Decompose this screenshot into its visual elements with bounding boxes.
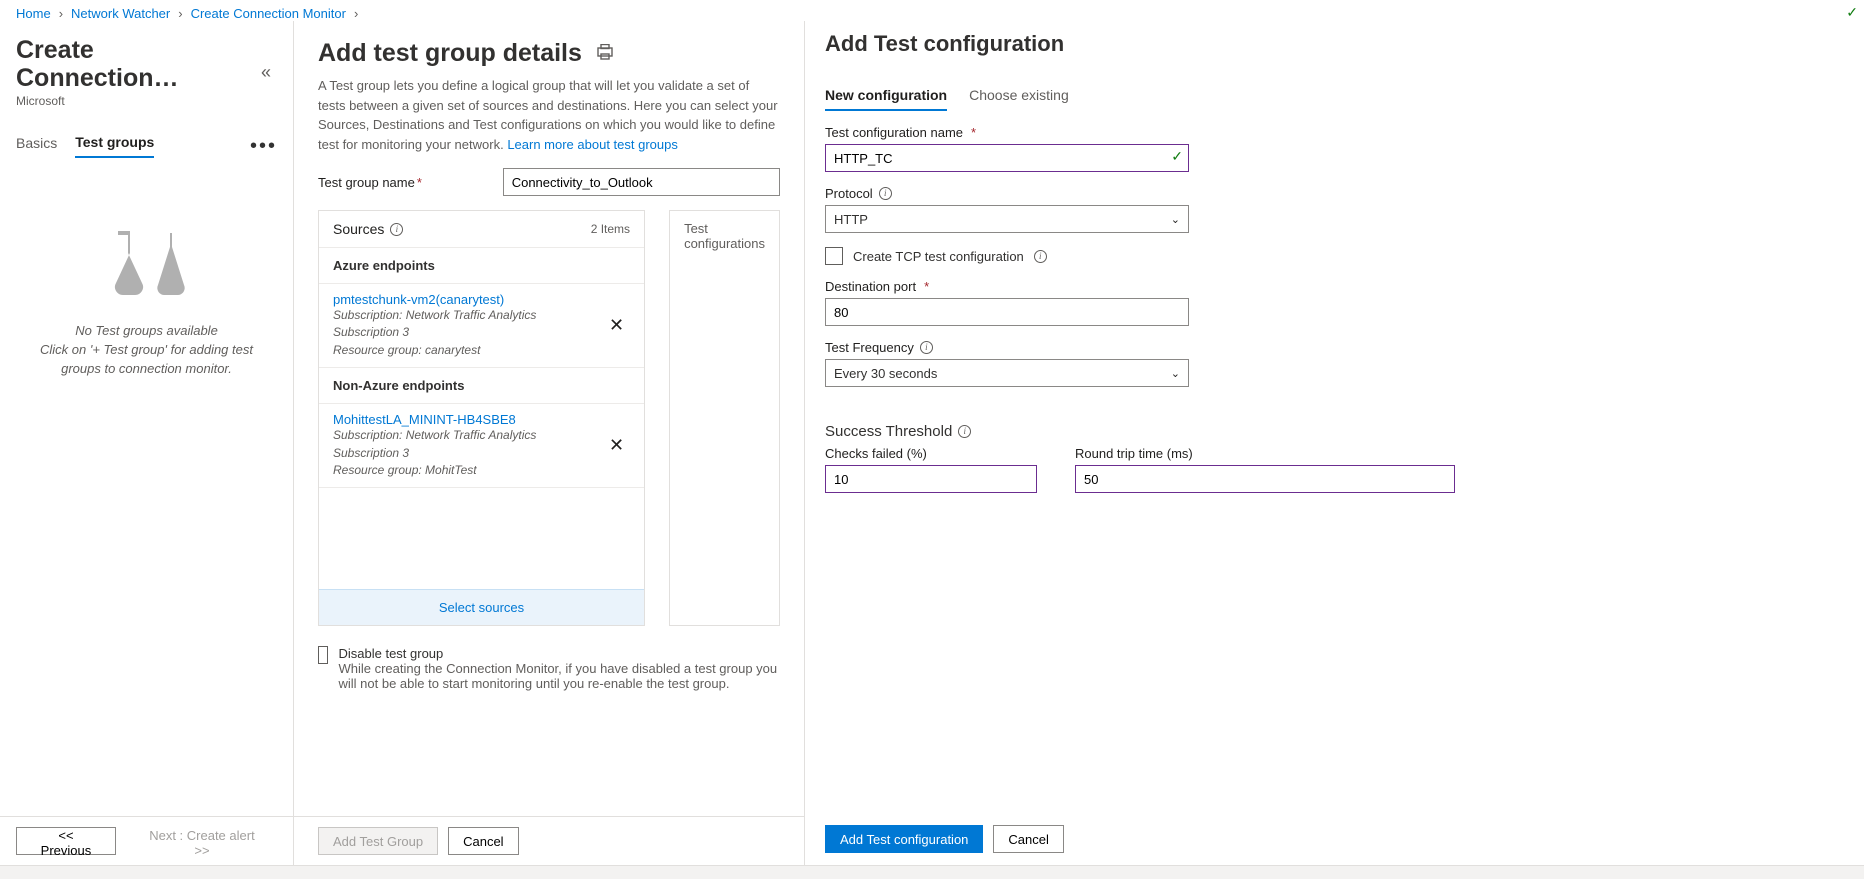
source-item: MohittestLA_MININT-HB4SBE8 Subscription:… <box>319 404 644 488</box>
mid-description: A Test group lets you define a logical g… <box>294 76 804 154</box>
breadcrumb: Home › Network Watcher › Create Connecti… <box>0 0 1864 21</box>
disable-test-group-label: Disable test group <box>338 646 780 661</box>
tab-choose-existing[interactable]: Choose existing <box>969 87 1069 111</box>
source-link-2[interactable]: MohittestLA_MININT-HB4SBE8 <box>333 412 516 427</box>
publisher-label: Microsoft <box>16 94 255 108</box>
test-group-name-input[interactable] <box>503 168 780 196</box>
mid-title: Add test group details <box>318 39 582 68</box>
cancel-button[interactable]: Cancel <box>448 827 518 855</box>
add-test-group-button[interactable]: Add Test Group <box>318 827 438 855</box>
rtt-label: Round trip time (ms) <box>1075 446 1455 461</box>
checks-failed-input[interactable] <box>825 465 1037 493</box>
source-sub-2: Subscription: Network Traffic Analytics … <box>333 427 603 462</box>
source-sub-1: Subscription: Network Traffic Analytics … <box>333 307 603 342</box>
config-name-input[interactable] <box>825 144 1189 172</box>
next-button[interactable]: Next : Create alert >> <box>126 827 278 855</box>
info-icon[interactable]: i <box>879 187 892 200</box>
tc-col-label: Test configurations <box>684 221 765 251</box>
flask-icon <box>102 229 192 299</box>
non-azure-endpoints-header: Non-Azure endpoints <box>319 368 644 404</box>
disable-test-group-hint: While creating the Connection Monitor, i… <box>338 661 780 691</box>
more-icon[interactable]: ••• <box>250 142 277 150</box>
tab-basics[interactable]: Basics <box>16 135 57 157</box>
chevron-right-icon: › <box>178 6 182 21</box>
info-icon[interactable]: i <box>958 425 971 438</box>
cancel-configuration-button[interactable]: Cancel <box>993 825 1063 853</box>
test-group-name-label: Test group name* <box>318 175 493 190</box>
tab-test-groups[interactable]: Test groups <box>75 134 154 158</box>
right-panel-title: Add Test configuration <box>825 21 1844 79</box>
tab-new-configuration[interactable]: New configuration <box>825 87 947 111</box>
previous-button[interactable]: << Previous <box>16 827 116 855</box>
test-frequency-label: Test Frequencyi <box>825 340 1844 355</box>
page-title: Create Connection… <box>16 37 255 92</box>
info-icon[interactable]: i <box>1034 250 1047 263</box>
create-tcp-checkbox[interactable] <box>825 247 843 265</box>
breadcrumb-home[interactable]: Home <box>16 6 51 21</box>
sources-count: 2 Items <box>591 222 630 236</box>
source-rg-1: Resource group: canarytest <box>333 342 603 359</box>
remove-source-2[interactable]: ✕ <box>603 431 630 460</box>
test-frequency-select[interactable]: Every 30 seconds ⌄ <box>825 359 1189 387</box>
chevron-right-icon: › <box>59 6 63 21</box>
select-sources-button[interactable]: Select sources <box>319 589 644 625</box>
learn-more-link[interactable]: Learn more about test groups <box>507 137 678 152</box>
azure-endpoints-header: Azure endpoints <box>319 248 644 284</box>
destination-port-label: Destination port* <box>825 279 1844 294</box>
horizontal-scrollbar[interactable] <box>0 865 1864 879</box>
remove-source-1[interactable]: ✕ <box>603 311 630 340</box>
chevron-down-icon: ⌄ <box>1171 213 1180 226</box>
disable-test-group-checkbox[interactable] <box>318 646 328 664</box>
checks-failed-label: Checks failed (%) <box>825 446 1037 461</box>
empty-line3: groups to connection monitor. <box>61 361 232 376</box>
chevron-right-icon: › <box>354 6 358 21</box>
rtt-input[interactable] <box>1075 465 1455 493</box>
empty-line2: Click on '+ Test group' for adding test <box>40 342 253 357</box>
protocol-label: Protocoli <box>825 186 1844 201</box>
source-link-1[interactable]: pmtestchunk-vm2(canarytest) <box>333 292 504 307</box>
config-name-label: Test configuration name* <box>825 125 1844 140</box>
add-test-configuration-button[interactable]: Add Test configuration <box>825 825 983 853</box>
print-icon[interactable] <box>596 44 614 63</box>
sources-panel: Sources i 2 Items Azure endpoints pmtest… <box>318 210 645 626</box>
collapse-icon[interactable]: « <box>255 62 277 83</box>
breadcrumb-network-watcher[interactable]: Network Watcher <box>71 6 170 21</box>
source-item: pmtestchunk-vm2(canarytest) Subscription… <box>319 284 644 368</box>
sources-title: Sources <box>333 221 384 237</box>
breadcrumb-create-connection-monitor[interactable]: Create Connection Monitor <box>191 6 346 21</box>
source-rg-2: Resource group: MohitTest <box>333 462 603 479</box>
test-configurations-panel: Test configurations <box>669 210 780 626</box>
chevron-down-icon: ⌄ <box>1171 367 1180 380</box>
protocol-select[interactable]: HTTP ⌄ <box>825 205 1189 233</box>
success-threshold-title: Success Threshold i <box>825 423 1844 440</box>
info-icon[interactable]: i <box>390 223 403 236</box>
create-tcp-label: Create TCP test configuration <box>853 249 1024 264</box>
empty-title: No Test groups available <box>75 323 218 338</box>
destination-port-input[interactable] <box>825 298 1189 326</box>
info-icon[interactable]: i <box>920 341 933 354</box>
